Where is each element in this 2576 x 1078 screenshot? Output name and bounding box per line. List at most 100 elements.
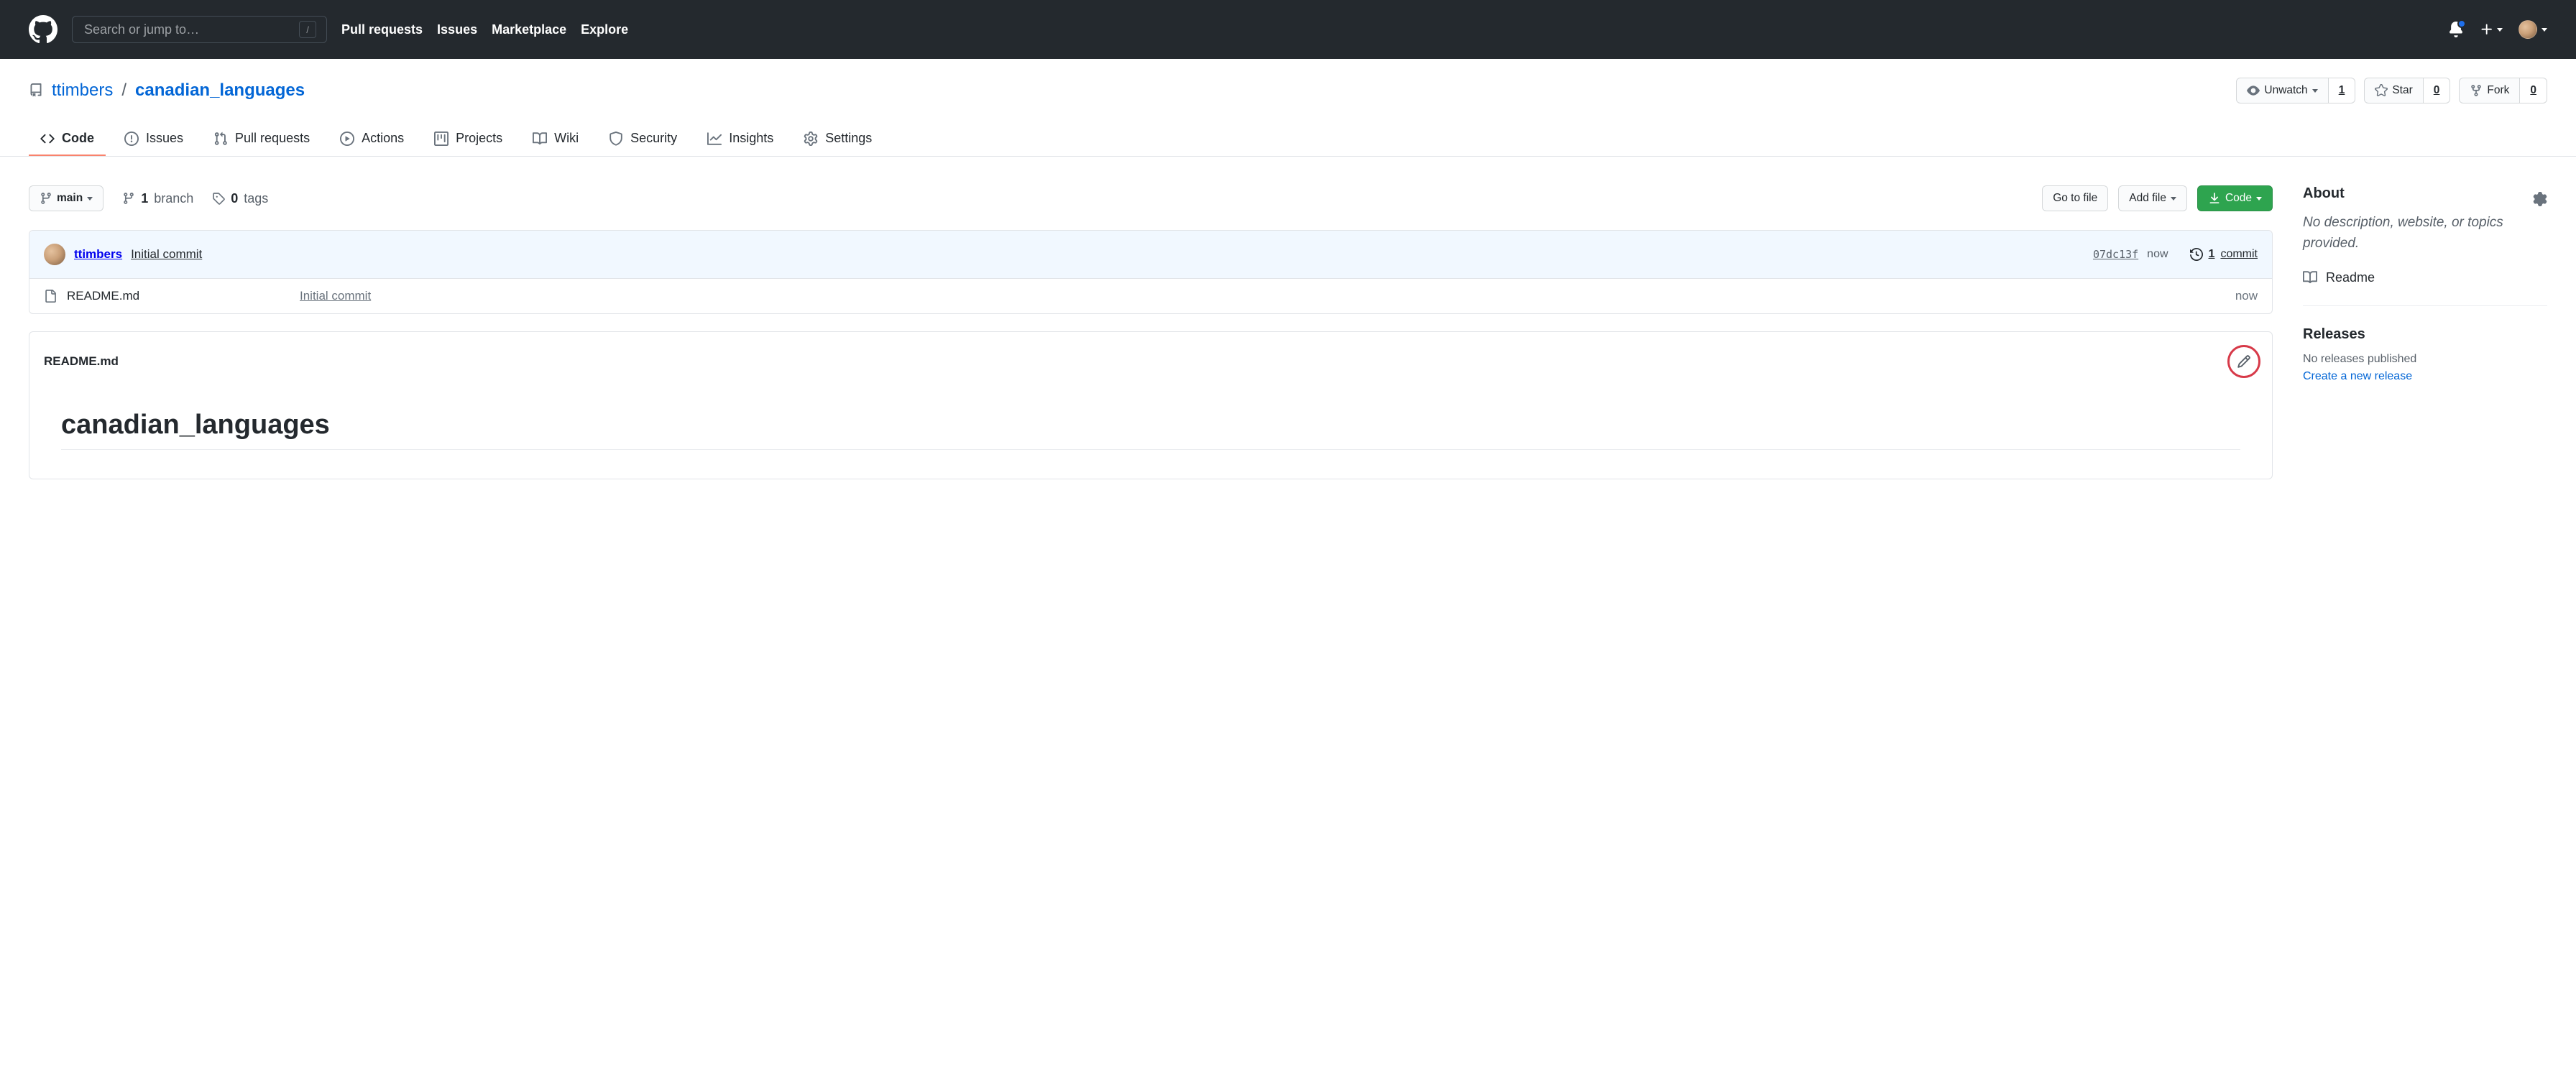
latest-commit-bar: ttimbers Initial commit 07dc13f now 1 co… — [29, 231, 2272, 279]
tags-link[interactable]: 0 tags — [212, 191, 268, 206]
nav-marketplace[interactable]: Marketplace — [492, 22, 566, 37]
repo-owner-link[interactable]: ttimbers — [52, 80, 113, 101]
global-search[interactable]: / — [72, 16, 327, 43]
about-readme-link[interactable]: Readme — [2303, 270, 2547, 285]
branch-select[interactable]: main — [29, 185, 104, 211]
nav-explore[interactable]: Explore — [581, 22, 628, 37]
nav-pull-requests[interactable]: Pull requests — [341, 22, 423, 37]
commit-count-link[interactable]: 1 commit — [2190, 248, 2258, 261]
code-download-button[interactable]: Code — [2197, 185, 2273, 211]
commit-author[interactable]: ttimbers — [74, 247, 122, 262]
tab-issues-label: Issues — [146, 131, 183, 146]
fork-icon — [2470, 84, 2483, 97]
tab-actions[interactable]: Actions — [328, 122, 415, 156]
global-nav-links: Pull requests Issues Marketplace Explore — [341, 22, 628, 37]
star-label: Star — [2392, 83, 2412, 98]
tag-icon — [212, 192, 225, 205]
tab-settings[interactable]: Settings — [792, 122, 883, 156]
repo-name-link[interactable]: canadian_languages — [135, 80, 305, 101]
tab-code[interactable]: Code — [29, 122, 106, 156]
tab-wiki[interactable]: Wiki — [521, 122, 590, 156]
star-button[interactable]: Star — [2364, 78, 2423, 103]
file-commit-message[interactable]: Initial commit — [300, 289, 2225, 303]
fork-label: Fork — [2487, 83, 2509, 98]
caret-down-icon — [2256, 197, 2262, 201]
go-to-file-label: Go to file — [2053, 190, 2097, 206]
caret-down-icon — [2497, 28, 2503, 32]
notifications[interactable] — [2448, 22, 2464, 37]
file-nav-row: main 1 branch 0 tags Go to file Add file — [29, 185, 2273, 211]
avatar — [2518, 20, 2537, 39]
add-file-button[interactable]: Add file — [2118, 185, 2187, 211]
create-new-dropdown[interactable] — [2480, 22, 2503, 37]
repo-icon — [29, 83, 43, 98]
commit-when: now — [2147, 248, 2168, 261]
about-title: About — [2303, 185, 2345, 202]
unwatch-label: Unwatch — [2264, 83, 2307, 98]
about-settings-button[interactable] — [2533, 192, 2547, 206]
fork-count[interactable]: 0 — [2520, 78, 2547, 103]
code-icon — [40, 132, 55, 146]
tab-security-label: Security — [630, 131, 677, 146]
tab-pulls-label: Pull requests — [235, 131, 310, 146]
tab-projects[interactable]: Projects — [423, 122, 514, 156]
repo-title: ttimbers / canadian_languages — [29, 80, 305, 101]
user-menu[interactable] — [2518, 20, 2547, 39]
watch-group: Unwatch 1 — [2236, 78, 2355, 103]
tab-pulls[interactable]: Pull requests — [202, 122, 321, 156]
nav-issues[interactable]: Issues — [437, 22, 477, 37]
tab-projects-label: Projects — [456, 131, 502, 146]
graph-icon — [707, 132, 722, 146]
global-header: / Pull requests Issues Marketplace Explo… — [0, 0, 2576, 59]
branches-link[interactable]: 1 branch — [122, 191, 193, 206]
readme-header: README.md — [29, 332, 2272, 391]
repo-sep: / — [121, 80, 126, 101]
tab-insights[interactable]: Insights — [696, 122, 785, 156]
slash-key-hint: / — [299, 21, 316, 38]
tags-count: 0 — [231, 191, 238, 206]
file-time: now — [2235, 289, 2258, 303]
history-icon — [2190, 248, 2203, 261]
repo-body: main 1 branch 0 tags Go to file Add file — [0, 157, 2576, 479]
caret-down-icon — [87, 197, 93, 201]
repo-tabs: Code Issues Pull requests Actions Projec… — [29, 122, 2547, 156]
file-name-link[interactable]: README.md — [67, 289, 139, 303]
releases-none: No releases published — [2303, 353, 2547, 366]
star-count[interactable]: 0 — [2424, 78, 2451, 103]
file-row[interactable]: README.md Initial commit now — [29, 279, 2272, 313]
fork-button[interactable]: Fork — [2459, 78, 2520, 103]
issue-icon — [124, 132, 139, 146]
pull-request-icon — [213, 132, 228, 146]
repo-actions: Unwatch 1 Star 0 Fork 0 — [2236, 78, 2547, 103]
notification-dot — [2457, 19, 2466, 28]
github-logo[interactable] — [29, 15, 58, 44]
repo-header: ttimbers / canadian_languages Unwatch 1 … — [0, 59, 2576, 157]
releases-title: Releases — [2303, 326, 2547, 343]
book-icon — [533, 132, 547, 146]
star-group: Star 0 — [2364, 78, 2450, 103]
gear-icon — [2533, 192, 2547, 206]
about-readme-label: Readme — [2326, 270, 2375, 285]
commit-message[interactable]: Initial commit — [131, 247, 202, 262]
readme-box: README.md canadian_languages — [29, 331, 2273, 479]
pencil-icon — [2237, 354, 2251, 369]
tab-settings-label: Settings — [825, 131, 872, 146]
create-release-link[interactable]: Create a new release — [2303, 370, 2412, 382]
unwatch-button[interactable]: Unwatch — [2236, 78, 2328, 103]
global-header-right — [2448, 20, 2547, 39]
play-icon — [340, 132, 354, 146]
plus-icon — [2480, 22, 2494, 37]
tab-security[interactable]: Security — [597, 122, 689, 156]
eye-icon — [2247, 84, 2260, 97]
tab-issues[interactable]: Issues — [113, 122, 195, 156]
edit-readme-button[interactable] — [2237, 354, 2251, 369]
branch-icon — [122, 192, 135, 205]
watch-count[interactable]: 1 — [2329, 78, 2356, 103]
go-to-file-button[interactable]: Go to file — [2042, 185, 2108, 211]
tab-wiki-label: Wiki — [554, 131, 579, 146]
search-input[interactable] — [83, 22, 299, 38]
fork-group: Fork 0 — [2459, 78, 2547, 103]
commit-sha[interactable]: 07dc13f — [2093, 248, 2138, 261]
gear-icon — [804, 132, 818, 146]
add-file-label: Add file — [2129, 190, 2166, 206]
